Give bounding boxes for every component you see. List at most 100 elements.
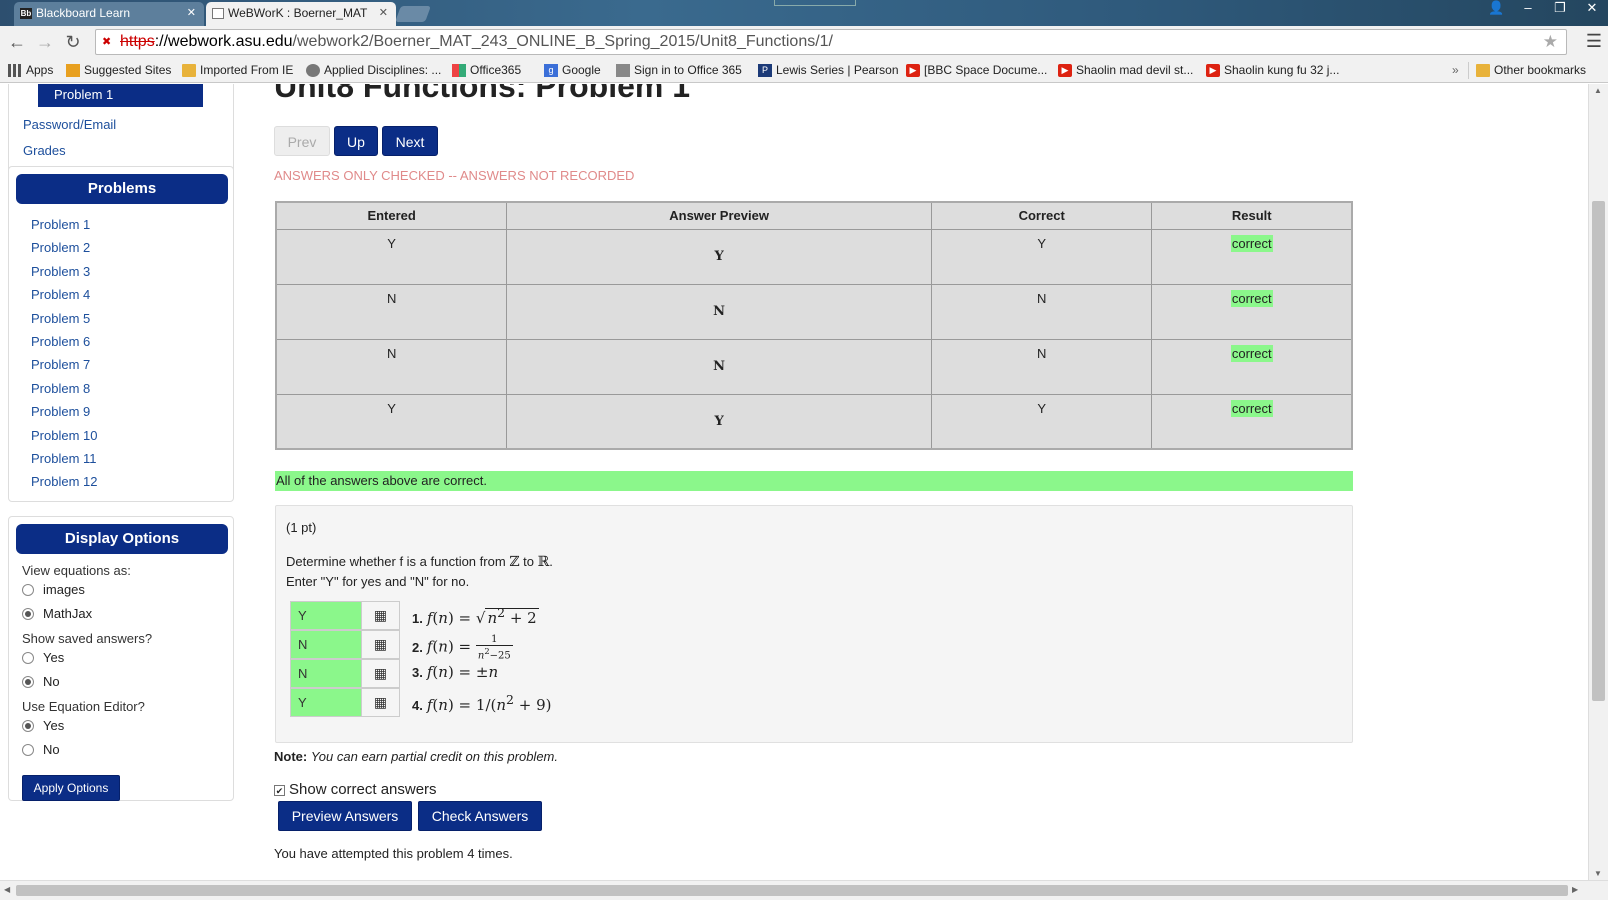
radio-saved-no[interactable] [22,676,34,688]
entered-cell: Y [275,393,508,450]
correct-badge: correct [1230,289,1273,307]
vertical-scrollbar[interactable]: ▲ ▼ [1588,84,1608,880]
problems-card: Problems Problem 1 Problem 2 Problem 3 P… [8,166,234,502]
folder-icon [1476,64,1490,77]
globe-icon [306,64,320,77]
bookmarks-overflow-icon[interactable]: » [1452,63,1459,77]
horizontal-scrollbar[interactable]: ◀ ▶ [0,880,1608,900]
check-answers-button[interactable]: Check Answers [418,801,542,831]
use-editor-label: Use Equation Editor? [22,699,145,714]
preview-answers-button[interactable]: Preview Answers [278,801,412,831]
chrome-menu-icon[interactable]: ☰ [1586,31,1602,52]
close-tab-icon[interactable]: ✕ [379,2,388,24]
problem-list: Problem 1 Problem 2 Problem 3 Problem 4 … [31,215,97,496]
problem-link[interactable]: Problem 9 [31,402,97,425]
bookmark-office365-signin[interactable]: Sign in to Office 365 [616,62,742,79]
bookmark-apps[interactable]: Apps [8,62,53,79]
radio-editor-no[interactable] [22,744,34,756]
table-row: N N N correct [275,338,1353,395]
problem-link[interactable]: Problem 1 [31,215,97,238]
address-bar[interactable]: ✖ https://webwork.asu.edu/webwork2/Boern… [95,29,1567,55]
grades-link[interactable]: Grades [23,143,66,158]
url-text[interactable]: https://webwork.asu.edu/webwork2/Boerner… [120,33,833,51]
answers-not-recorded-message: ANSWERS ONLY CHECKED -- ANSWERS NOT RECO… [274,168,635,183]
radio-editor-no-label: No [43,742,60,757]
bookmark-lewis-pearson[interactable]: P Lewis Series | Pearson [758,62,899,79]
equation-editor-grid-icon[interactable]: ▦ [362,630,400,659]
answer-input[interactable]: Y [290,688,362,717]
radio-images[interactable] [22,584,34,596]
problem-link[interactable]: Problem 10 [31,426,97,449]
forward-arrow-icon[interactable]: → [34,31,56,53]
scroll-up-arrow-icon[interactable]: ▲ [1594,86,1602,95]
problem-link[interactable]: Problem 12 [31,472,97,495]
problem-link[interactable]: Problem 2 [31,238,97,261]
answer-input[interactable]: N [290,659,362,688]
tab-blackboard[interactable]: Bb Blackboard Learn ✕ [14,2,204,26]
new-tab-button[interactable] [395,6,431,22]
window-controls: 👤 – ❐ ✕ [1488,0,1600,20]
next-button[interactable]: Next [382,126,438,156]
apply-options-button[interactable]: Apply Options [22,775,120,801]
radio-mathjax[interactable] [22,608,34,620]
partial-credit-note: Note: You can earn partial credit on thi… [274,749,558,764]
bookmark-bbc-space[interactable]: ▶ [BBC Space Docume... [906,62,1047,79]
problem-link[interactable]: Problem 8 [31,379,97,402]
radio-saved-yes[interactable] [22,652,34,664]
bookmarks-divider [1468,62,1469,79]
current-problem-link[interactable]: Problem 1 [38,84,203,107]
close-tab-icon[interactable]: ✕ [187,2,196,24]
answer-input[interactable]: Y [290,601,362,630]
tab-label: WeBWorK : Boerner_MAT [228,6,368,20]
close-window-icon[interactable]: ✕ [1584,0,1600,20]
bookmarks-bar: Apps Suggested Sites Imported From IE Ap… [0,58,1608,83]
problem-link[interactable]: Problem 7 [31,355,97,378]
bookmark-office365[interactable]: Office365 [452,62,521,79]
restore-icon[interactable]: ❐ [1552,0,1568,20]
reload-icon[interactable]: ↻ [62,31,84,53]
bookmark-star-icon[interactable]: ★ [1543,32,1558,52]
equation-editor-grid-icon[interactable]: ▦ [362,659,400,688]
apps-grid-icon [8,64,22,77]
bookmark-google[interactable]: g Google [544,62,601,79]
show-correct-answers-checkbox[interactable]: ✔ Show correct answers [274,781,437,798]
equation-editor-grid-icon[interactable]: ▦ [362,601,400,630]
horizontal-scroll-thumb[interactable] [16,885,1568,896]
entered-cell: N [275,338,508,395]
password-email-link[interactable]: Password/Email [23,117,116,132]
back-arrow-icon[interactable]: ← [6,31,28,53]
preview-cell: N [506,338,932,395]
bookmark-applied-disciplines[interactable]: Applied Disciplines: ... [306,62,441,79]
minimize-icon[interactable]: – [1520,0,1536,20]
vertical-scroll-thumb[interactable] [1592,201,1605,701]
tab-webwork[interactable]: WeBWorK : Boerner_MAT ✕ [206,2,396,26]
up-button[interactable]: Up [334,126,378,156]
user-profile-icon[interactable]: 👤 [1488,0,1504,20]
blackboard-favicon-icon: Bb [20,8,32,19]
radio-images-label: images [43,582,85,597]
correct-cell: N [930,338,1153,395]
problem-link[interactable]: Problem 5 [31,309,97,332]
scroll-left-arrow-icon[interactable]: ◀ [4,885,10,894]
youtube-icon: ▶ [1058,64,1072,77]
bookmark-imported-from-ie[interactable]: Imported From IE [182,62,293,79]
radio-editor-yes[interactable] [22,720,34,732]
prev-button[interactable]: Prev [274,126,330,156]
office-icon [452,64,466,77]
answer-input[interactable]: N [290,630,362,659]
scroll-right-arrow-icon[interactable]: ▶ [1572,885,1578,894]
problem-link[interactable]: Problem 6 [31,332,97,355]
insecure-lock-icon[interactable]: ✖ [102,36,114,49]
correct-badge: correct [1230,234,1273,252]
bookmark-shaolin-kungfu[interactable]: ▶ Shaolin kung fu 32 j... [1206,62,1339,79]
bookmark-suggested-sites[interactable]: Suggested Sites [66,62,171,79]
problem-link[interactable]: Problem 3 [31,262,97,285]
bookmark-other[interactable]: Other bookmarks [1476,62,1586,79]
checkbox-checked-icon[interactable]: ✔ [274,784,285,796]
problem-link[interactable]: Problem 4 [31,285,97,308]
reals-symbol: ℝ [537,554,550,570]
scroll-down-arrow-icon[interactable]: ▼ [1594,869,1602,878]
equation-editor-grid-icon[interactable]: ▦ [362,688,400,717]
bookmark-shaolin-mad-devil[interactable]: ▶ Shaolin mad devil st... [1058,62,1193,79]
problem-link[interactable]: Problem 11 [31,449,97,472]
